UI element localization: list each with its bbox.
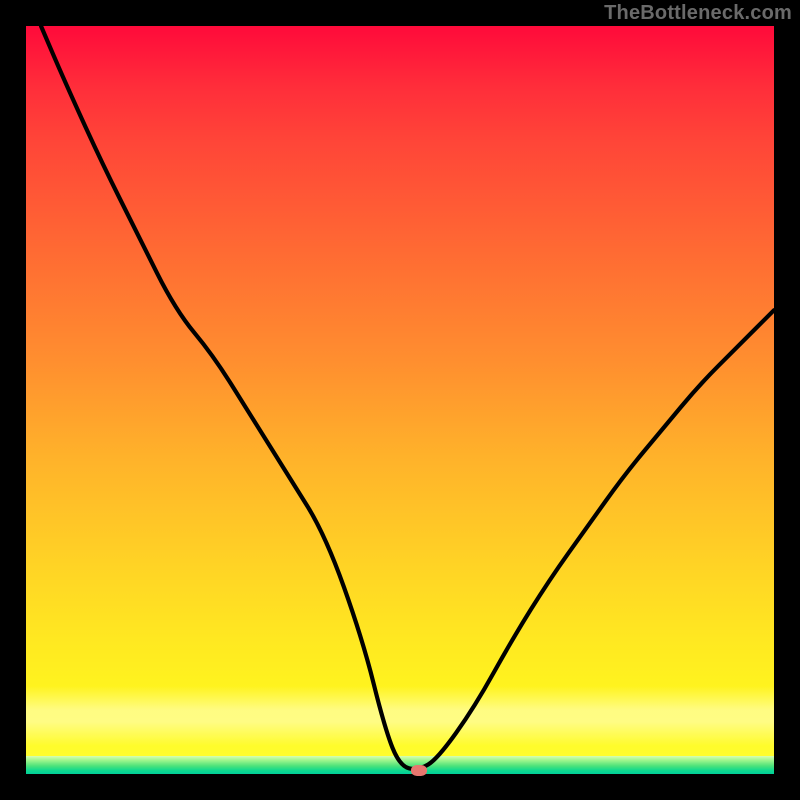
plot-pale-band xyxy=(26,686,774,746)
chart-frame: TheBottleneck.com xyxy=(0,0,800,800)
plot-gradient-area xyxy=(26,26,774,774)
watermark-text: TheBottleneck.com xyxy=(604,2,792,25)
minimum-marker xyxy=(411,765,427,776)
plot-green-strip xyxy=(26,756,774,774)
